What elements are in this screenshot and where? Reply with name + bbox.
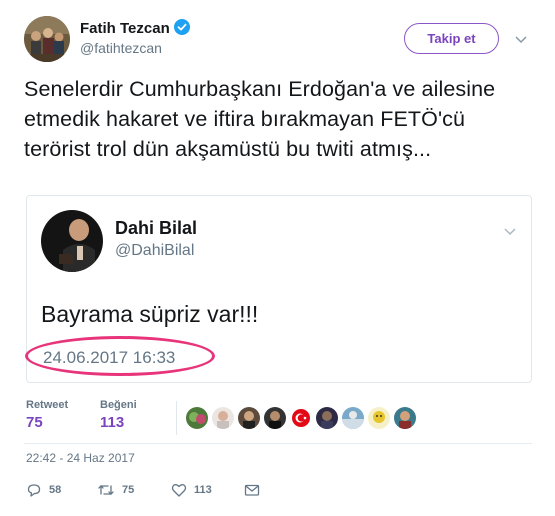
like-stat-value: 113 [100, 414, 125, 431]
follow-button[interactable]: Takip et [404, 23, 499, 54]
like-stat-label: Beğeni [100, 399, 137, 411]
retweet-icon [97, 482, 115, 498]
retweet-count: 75 [122, 484, 135, 496]
author-name[interactable]: Fatih Tezcan [80, 20, 170, 37]
tweet-card: Fatih Tezcan @fatihtezcan Takip et Senel… [0, 0, 555, 516]
reply-count: 58 [49, 484, 62, 496]
retweet-stat[interactable]: Retweet 75 [26, 399, 68, 431]
tweet-text: Senelerdir Cumhurbaşkanı Erdoğan'a ve ai… [24, 77, 496, 161]
quoted-text: Bayrama süpriz var!!! [41, 301, 259, 327]
author-avatar[interactable] [24, 16, 70, 62]
verified-badge-icon [173, 19, 190, 39]
quoted-chevron-down-icon[interactable] [503, 224, 517, 242]
quoted-handle[interactable]: @DahiBilal [115, 242, 194, 260]
like-button[interactable]: 113 [171, 480, 212, 500]
stats-divider [176, 401, 177, 435]
author-handle[interactable]: @fatihtezcan [80, 40, 162, 56]
reply-button[interactable]: 58 [26, 480, 61, 500]
envelope-icon [244, 482, 260, 498]
chevron-down-icon[interactable] [514, 32, 528, 50]
stats-bottom-divider [24, 443, 532, 444]
direct-message-button[interactable] [244, 480, 260, 500]
heart-icon [171, 482, 187, 498]
liker-avatar[interactable] [238, 407, 260, 429]
retweet-stat-value: 75 [26, 414, 43, 431]
liker-avatar[interactable] [394, 407, 416, 429]
liker-avatar[interactable] [342, 407, 364, 429]
retweet-button[interactable]: 75 [97, 480, 134, 500]
quoted-timestamp: 24.06.2017 16:33 [43, 348, 176, 367]
retweet-stat-label: Retweet [26, 399, 69, 411]
tweet-stats: Retweet 75 Beğeni 113 [26, 399, 530, 439]
reply-icon [26, 482, 42, 498]
liker-avatar[interactable] [368, 407, 390, 429]
liker-avatar[interactable] [290, 407, 312, 429]
liker-avatar[interactable] [186, 407, 208, 429]
tweet-timestamp[interactable]: 22:42 - 24 Haz 2017 [26, 451, 135, 465]
author-name-row[interactable]: Fatih Tezcan [80, 19, 190, 39]
liker-avatar[interactable] [316, 407, 338, 429]
quoted-name[interactable]: Dahi Bilal [115, 218, 197, 239]
liker-avatar[interactable] [212, 407, 234, 429]
liker-avatar[interactable] [264, 407, 286, 429]
quoted-tweet[interactable]: Dahi Bilal @DahiBilal Bayrama süpriz var… [25, 195, 532, 383]
like-count: 113 [194, 484, 212, 496]
tweet-actions: 58 75 113 [26, 480, 326, 500]
quoted-avatar[interactable] [41, 210, 103, 272]
like-stat[interactable]: Beğeni 113 [100, 399, 137, 431]
